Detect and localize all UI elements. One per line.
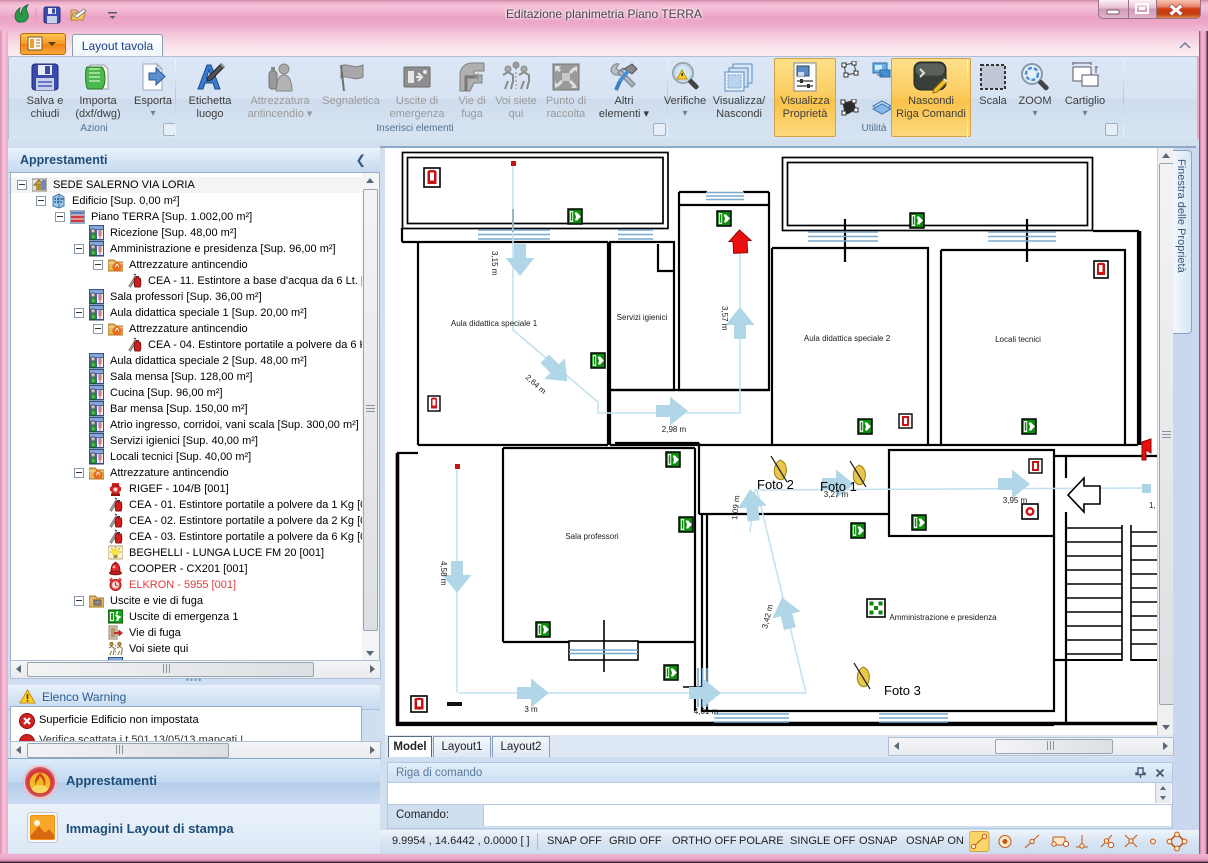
svg-text:3,42 m: 3,42 m [760, 603, 775, 629]
svg-text:1,: 1, [1149, 501, 1156, 510]
svg-text:3 m: 3 m [524, 705, 538, 714]
svg-text:Foto 3: Foto 3 [884, 683, 921, 698]
svg-text:3,15 m: 3,15 m [490, 251, 499, 276]
svg-text:Foto 2: Foto 2 [757, 477, 794, 492]
svg-text:3,95 m: 3,95 m [1003, 496, 1028, 505]
svg-text:Foto 1: Foto 1 [820, 479, 857, 494]
svg-text:Amministrazione e presidenza: Amministrazione e presidenza [889, 613, 997, 622]
svg-text:2,98 m: 2,98 m [662, 425, 687, 434]
svg-text:2,64 m: 2,64 m [524, 373, 548, 396]
svg-text:4,58 m: 4,58 m [439, 561, 448, 586]
svg-text:Aula didattica speciale 1: Aula didattica speciale 1 [451, 319, 538, 328]
svg-text:Aula didattica speciale 2: Aula didattica speciale 2 [804, 334, 891, 343]
svg-text:Servizi igienici: Servizi igienici [617, 313, 668, 322]
svg-text:Sala professori: Sala professori [565, 532, 619, 541]
svg-text:Locali tecnici: Locali tecnici [995, 335, 1041, 344]
svg-text:4,01 m: 4,01 m [694, 707, 719, 716]
svg-text:3,57 m: 3,57 m [720, 306, 729, 331]
svg-text:1,09 m: 1,09 m [730, 495, 742, 521]
